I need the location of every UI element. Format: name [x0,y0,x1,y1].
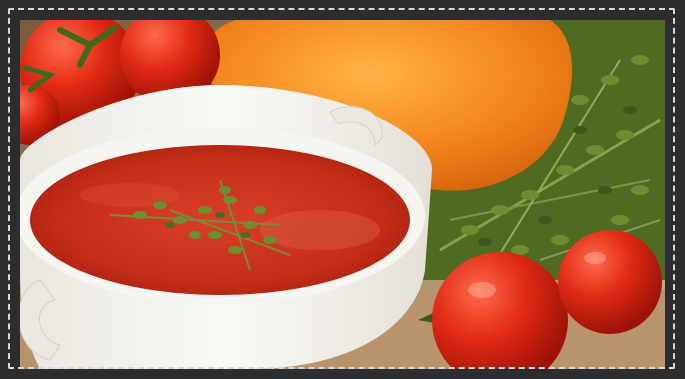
dashed-border [8,8,675,369]
photo-frame [0,0,685,379]
